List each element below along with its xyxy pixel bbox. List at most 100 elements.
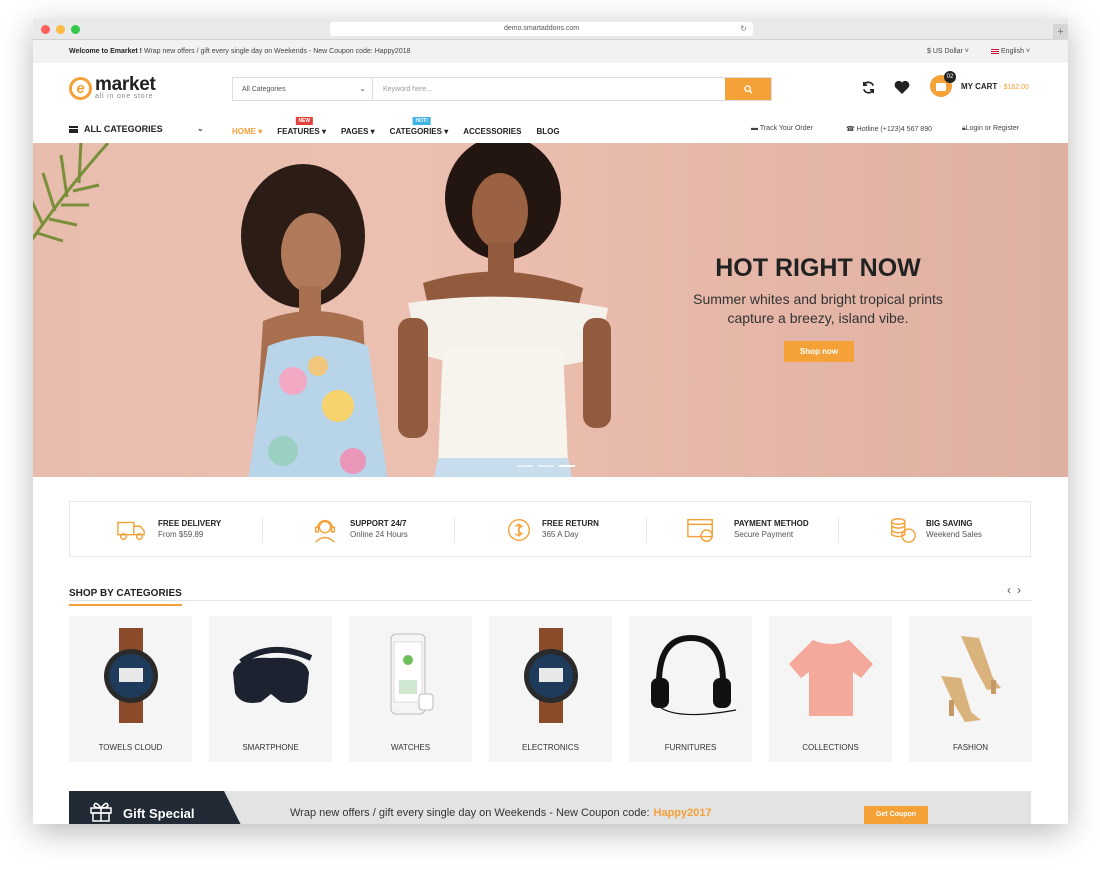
smartwatch-image	[524, 628, 578, 723]
cart-button[interactable]: 02 MY CART - $162.00	[930, 71, 1029, 97]
truck-icon	[117, 521, 145, 541]
feature-subtitle: Weekend Sales	[926, 530, 982, 539]
language-label: English ˅	[1001, 48, 1030, 55]
hamburger-icon	[69, 125, 78, 133]
menu-pages[interactable]: PAGES ▾	[341, 127, 375, 136]
menu-home[interactable]: HOME ▾	[232, 127, 262, 136]
category-card[interactable]: SMARTPHONE	[209, 616, 332, 762]
category-card[interactable]: FASHION	[909, 616, 1032, 762]
category-select-value: All Categories	[242, 86, 286, 93]
shopping-bag-icon: 02	[930, 71, 956, 97]
address-bar[interactable]: demo.smartaddons.com ↻	[330, 22, 753, 36]
category-card[interactable]: FURNITURES	[629, 616, 752, 762]
currency-selector[interactable]: $ US Dollar ˅	[927, 48, 969, 55]
login-register-label: Login or Register	[965, 125, 1020, 132]
hero-title: HOT RIGHT NOW	[33, 254, 1068, 283]
welcome-rest: Wrap new offers / gift every single day …	[142, 48, 411, 55]
palm-leaf-decoration	[33, 143, 110, 243]
slide-dot-3[interactable]	[559, 465, 575, 467]
login-register-link[interactable]: 🔒︎Login or Register	[962, 125, 1019, 133]
menu-categories-label: CATEGORIES ▾	[389, 127, 449, 136]
feature-support: SUPPORT 24/7 Online 24 Hours	[262, 502, 454, 556]
service-features: FREE DELIVERY From $59.89 SUPPORT 24/7 Onl…	[69, 501, 1031, 557]
menu-accessories[interactable]: ACCESSORIES	[463, 127, 521, 136]
category-select[interactable]: All Categories ⌄	[233, 78, 373, 100]
hero-slider[interactable]: HOT RIGHT NOW Summer whites and bright t…	[33, 143, 1068, 477]
search-input[interactable]: Keyword here...	[373, 78, 725, 100]
feature-free-delivery: FREE DELIVERY From $59.89	[70, 502, 262, 556]
category-card[interactable]: WATCHES	[349, 616, 472, 762]
coins-icon	[891, 518, 916, 543]
cart-count-badge: 02	[944, 71, 956, 83]
return-icon	[507, 518, 531, 542]
menu-pages-label: PAGES ▾	[341, 127, 375, 136]
flag-icon	[991, 48, 999, 54]
new-tab-icon[interactable]: +	[1053, 24, 1068, 40]
slide-dot-1[interactable]	[517, 465, 533, 467]
site-logo[interactable]: e market all in one store	[69, 74, 156, 100]
reload-icon[interactable]: ↻	[740, 22, 747, 36]
category-card[interactable]: TOWELS CLOUD	[69, 616, 192, 762]
feature-big-saving: BIG SAVING Weekend Sales	[838, 502, 1030, 556]
menu-home-label: HOME ▾	[232, 127, 263, 136]
model-image-left	[241, 164, 388, 477]
category-label: SMARTPHONE	[242, 743, 299, 752]
coupon-code: Happy2017	[653, 807, 712, 819]
feature-subtitle: Secure Payment	[734, 530, 794, 539]
browser-window: demo.smartaddons.com ↻ + Welcome to Emar…	[33, 19, 1068, 824]
category-label: TOWELS CLOUD	[98, 743, 163, 752]
headset-icon	[314, 519, 336, 543]
search-button[interactable]	[725, 78, 771, 100]
smartphone-image	[390, 633, 434, 715]
compare-icon[interactable]	[861, 80, 876, 99]
logo-mark: e	[69, 76, 92, 100]
chevron-down-icon: ⌄	[359, 84, 366, 93]
all-categories-button[interactable]: ALL CATEGORIES	[69, 124, 163, 134]
cart-label: MY CART	[961, 81, 998, 91]
window-controls	[41, 25, 80, 34]
menu-features-label: FEATURES ▾	[277, 127, 327, 136]
feature-subtitle: From $59.89	[158, 530, 204, 539]
shop-now-button[interactable]: Shop now	[784, 341, 854, 362]
category-carousel: TOWELS CLOUD SMARTPHONE WATCHES ELECTRON…	[69, 616, 1032, 762]
chevron-down-icon[interactable]: ⌄	[197, 124, 204, 133]
hotline-link[interactable]: ☎ Hotline (+123)4 567 890	[846, 125, 932, 133]
hero-subtitle-line-1: Summer whites and bright tropical prints	[693, 291, 943, 307]
site-header: e market all in one store All Categories…	[33, 63, 1068, 115]
close-window-icon[interactable]	[41, 25, 50, 34]
menu-blog-label: BLOG	[536, 127, 560, 136]
category-card[interactable]: COLLECTIONS	[769, 616, 892, 762]
cart-total: - $162.00	[999, 83, 1029, 91]
feature-subtitle: Online 24 Hours	[350, 530, 408, 539]
get-coupon-button[interactable]: Get Coupon	[864, 806, 928, 824]
menu-blog[interactable]: BLOG	[536, 127, 559, 136]
sandals-image	[941, 636, 1001, 722]
menu-bar: HOME ▾ NEW FEATURES ▾ PAGES ▾ HOT! CATEGOR…	[232, 117, 575, 136]
category-label: COLLECTIONS	[802, 743, 859, 752]
browser-toolbar: demo.smartaddons.com ↻ +	[33, 19, 1068, 40]
chevron-right-icon[interactable]: ›	[1017, 583, 1027, 597]
wishlist-heart-icon[interactable]	[894, 80, 910, 99]
welcome-message: Welcome to Emarket ! Wrap new offers / g…	[69, 48, 411, 55]
language-selector[interactable]: English ˅	[991, 48, 1030, 55]
address-bar-url: demo.smartaddons.com	[503, 25, 580, 32]
menu-categories[interactable]: HOT! CATEGORIES ▾	[389, 117, 449, 136]
track-order-link[interactable]: ▬ Track Your Order	[751, 125, 813, 132]
logo-tagline: all in one store	[95, 93, 154, 100]
minimize-window-icon[interactable]	[56, 25, 65, 34]
chevron-left-icon[interactable]: ‹	[1007, 583, 1017, 597]
search-icon	[743, 85, 753, 94]
welcome-bold: Welcome to Emarket !	[69, 48, 143, 55]
slider-pagination	[517, 465, 575, 467]
category-label: ELECTRONICS	[522, 743, 579, 752]
category-card[interactable]: ELECTRONICS	[489, 616, 612, 762]
gift-banner: Gift Special Wrap new offers / gift ever…	[69, 791, 1031, 824]
hero-title-text: HOT RIGHT NOW	[715, 254, 921, 282]
logo-word: market	[95, 74, 156, 95]
vr-headset-image	[233, 646, 313, 703]
slide-dot-2[interactable]	[538, 465, 554, 467]
maximize-window-icon[interactable]	[71, 25, 80, 34]
menu-features[interactable]: NEW FEATURES ▾	[277, 117, 327, 136]
main-navigation: ALL CATEGORIES ⌄ HOME ▾ NEW FEATURES ▾ PA…	[33, 115, 1068, 142]
track-order-label: Track Your Order	[759, 125, 813, 132]
